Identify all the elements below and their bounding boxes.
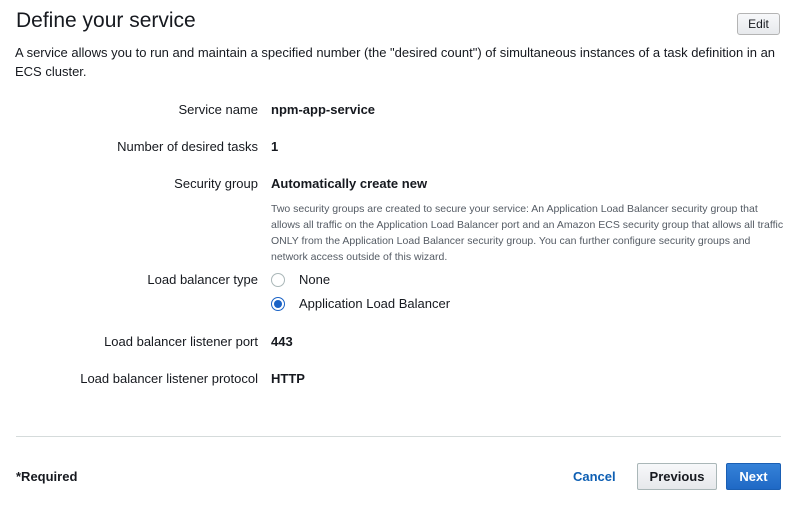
required-note: *Required <box>16 469 78 484</box>
listener-protocol-label: Load balancer listener protocol <box>80 371 258 386</box>
footer-divider <box>16 436 781 437</box>
lb-type-alb-radio[interactable] <box>271 297 285 311</box>
security-group-help: Two security groups are created to secur… <box>271 203 784 263</box>
cancel-link[interactable]: Cancel <box>573 469 616 484</box>
previous-button[interactable]: Previous <box>637 463 717 490</box>
service-description: A service allows you to run and maintain… <box>15 45 776 79</box>
next-button[interactable]: Next <box>726 463 781 490</box>
listener-port-label: Load balancer listener port <box>104 334 258 349</box>
security-group-label: Security group <box>174 176 258 191</box>
desired-tasks-value: 1 <box>271 139 279 154</box>
desired-tasks-label: Number of desired tasks <box>117 139 258 154</box>
lb-type-alb-label[interactable]: Application Load Balancer <box>299 296 450 311</box>
security-group-value: Automatically create new <box>271 176 428 191</box>
lb-type-none-radio[interactable] <box>271 273 285 287</box>
edit-button[interactable]: Edit <box>737 13 780 35</box>
lb-type-label: Load balancer type <box>147 272 258 287</box>
listener-port-value: 443 <box>271 334 293 349</box>
service-name-value: npm-app-service <box>271 102 376 117</box>
lb-type-none-label[interactable]: None <box>299 272 330 287</box>
listener-protocol-value: HTTP <box>271 371 305 386</box>
service-name-label: Service name <box>178 102 258 117</box>
page-title: Define your service <box>16 9 196 32</box>
